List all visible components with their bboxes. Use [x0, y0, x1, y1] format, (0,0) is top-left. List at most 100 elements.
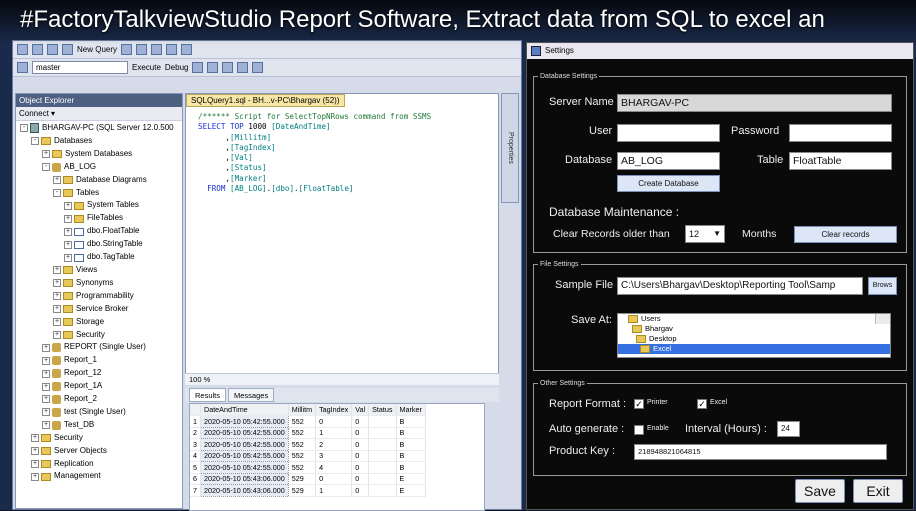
table-cell[interactable]: B	[396, 415, 426, 428]
table-cell[interactable]: 1	[190, 415, 201, 428]
column-header[interactable]	[190, 404, 201, 416]
interval-input[interactable]: 24	[777, 421, 800, 437]
table-cell[interactable]	[368, 461, 397, 474]
tree-node[interactable]: + FileTables	[16, 212, 182, 225]
table-cell[interactable]: 552	[288, 438, 317, 451]
table-cell[interactable]: 552	[288, 427, 317, 439]
table-cell[interactable]: 7	[190, 484, 201, 497]
tree-node[interactable]: + Service Broker	[16, 303, 182, 316]
tree-node[interactable]: + Security	[16, 329, 182, 342]
tree-node[interactable]: + Database Diagrams	[16, 174, 182, 187]
printer-checkbox[interactable]: ✓	[634, 399, 644, 409]
sample-file-input[interactable]: C:\Users\Bhargav\Desktop\Reporting Tool\…	[617, 277, 863, 295]
tree-node[interactable]: + REPORT (Single User)	[16, 341, 182, 354]
indent-icon[interactable]	[252, 62, 264, 73]
table-row[interactable]: 3 2020-05-10 05:42:55.000 552 2 0 B	[190, 438, 426, 451]
expand-icon[interactable]: +	[42, 395, 50, 404]
table-cell[interactable]: 3	[190, 438, 201, 451]
expand-icon[interactable]: +	[64, 227, 72, 236]
table-cell[interactable]: 0	[351, 438, 370, 451]
table-cell[interactable]: B	[396, 461, 426, 474]
expand-icon[interactable]: +	[42, 408, 50, 417]
expand-icon[interactable]: +	[31, 434, 39, 443]
table-cell[interactable]	[368, 450, 397, 462]
tree-node[interactable]: + System Tables	[16, 199, 182, 212]
table-cell[interactable]	[368, 427, 397, 439]
expand-icon[interactable]: +	[53, 330, 61, 339]
table-cell[interactable]: 552	[288, 461, 317, 474]
column-header[interactable]: DateAndTime	[200, 404, 289, 416]
expand-icon[interactable]: +	[53, 292, 61, 301]
table-row[interactable]: 5 2020-05-10 05:42:55.000 552 4 0 B	[190, 461, 426, 474]
tree-node[interactable]: + dbo.FloatTable	[16, 225, 182, 238]
save-all-icon[interactable]	[62, 44, 73, 55]
debug-button[interactable]: Debug	[165, 63, 189, 72]
database-combo[interactable]: master	[32, 61, 128, 74]
tree-node[interactable]: + Report_1A	[16, 380, 182, 393]
folder-item[interactable]: Excel	[618, 344, 890, 354]
table-cell[interactable]: 2020-05-10 05:43:06.000	[200, 484, 289, 497]
table-cell[interactable]: 0	[315, 415, 353, 428]
table-cell[interactable]: 5	[190, 461, 201, 474]
comment-icon[interactable]	[237, 62, 249, 73]
tree-node[interactable]: + Security	[16, 432, 182, 445]
results-grid-icon[interactable]	[207, 62, 219, 73]
folder-item[interactable]: Desktop	[618, 334, 890, 344]
save-button[interactable]: Save	[795, 479, 845, 503]
table-cell[interactable]	[368, 473, 397, 485]
cut-icon[interactable]	[151, 44, 163, 55]
table-cell[interactable]: 529	[288, 484, 317, 497]
table-cell[interactable]: 0	[351, 473, 370, 485]
server-name-input[interactable]: BHARGAV-PC	[617, 94, 892, 112]
table-cell[interactable]: 3	[315, 450, 353, 462]
table-cell[interactable]: 0	[351, 484, 370, 497]
new-query-button[interactable]: New Query	[77, 45, 117, 54]
table-row[interactable]: 7 2020-05-10 05:43:06.000 529 1 0 E	[190, 484, 426, 497]
tab-results[interactable]: Results	[189, 388, 227, 402]
clear-records-button[interactable]: Clear records	[794, 226, 897, 243]
zoom-level[interactable]: 100 %	[185, 373, 499, 385]
tree-node[interactable]: - AB_LOG	[16, 161, 182, 174]
table-cell[interactable]	[368, 484, 397, 497]
expand-icon[interactable]: +	[64, 214, 72, 223]
table-cell[interactable]: 2020-05-10 05:43:06.000	[200, 472, 289, 485]
execute-button[interactable]: Execute	[132, 63, 161, 72]
table-cell[interactable]: 2020-05-10 05:42:55.000	[200, 426, 289, 439]
tree-node[interactable]: + Report_1	[16, 354, 182, 367]
table-cell[interactable]: B	[396, 427, 426, 439]
browse-button[interactable]: Brows	[868, 277, 897, 295]
sql-code[interactable]: /****** Script for SelectTopNRows comman…	[198, 112, 431, 194]
expand-icon[interactable]: +	[31, 472, 39, 481]
tree-node[interactable]: + Server Objects	[16, 445, 182, 458]
tree-node[interactable]: + dbo.TagTable	[16, 251, 182, 264]
collapse-icon[interactable]: -	[20, 124, 28, 133]
table-cell[interactable]	[368, 438, 397, 451]
expand-icon[interactable]: +	[53, 176, 61, 185]
table-cell[interactable]: 552	[288, 415, 317, 428]
table-cell[interactable]: 552	[288, 450, 317, 462]
table-cell[interactable]: 0	[351, 415, 370, 428]
expand-icon[interactable]: +	[53, 279, 61, 288]
chevron-down-icon[interactable]: ▾	[51, 109, 55, 118]
excel-checkbox[interactable]: ✓	[697, 399, 707, 409]
table-input[interactable]: FloatTable	[789, 152, 892, 170]
tree-node[interactable]: + System Databases	[16, 148, 182, 161]
table-cell[interactable]: 529	[288, 473, 317, 485]
new-file-icon[interactable]	[17, 44, 28, 55]
table-cell[interactable]: 6	[190, 473, 201, 485]
exit-button[interactable]: Exit	[853, 479, 903, 503]
copy-icon[interactable]	[166, 44, 178, 55]
table-cell[interactable]: 2020-05-10 05:42:55.000	[200, 449, 289, 462]
results-text-icon[interactable]	[222, 62, 234, 73]
folder-item[interactable]: Bhargav	[618, 324, 890, 334]
table-cell[interactable]: E	[396, 484, 426, 497]
expand-icon[interactable]: +	[42, 343, 50, 352]
expand-icon[interactable]: +	[31, 447, 39, 456]
expand-icon[interactable]: +	[64, 240, 72, 249]
expand-icon[interactable]: +	[53, 266, 61, 275]
paste-icon[interactable]	[181, 44, 193, 55]
table-cell[interactable]: B	[396, 450, 426, 462]
collapse-icon[interactable]: -	[42, 163, 50, 172]
expand-icon[interactable]: +	[64, 201, 72, 210]
table-cell[interactable]: 4	[190, 450, 201, 462]
